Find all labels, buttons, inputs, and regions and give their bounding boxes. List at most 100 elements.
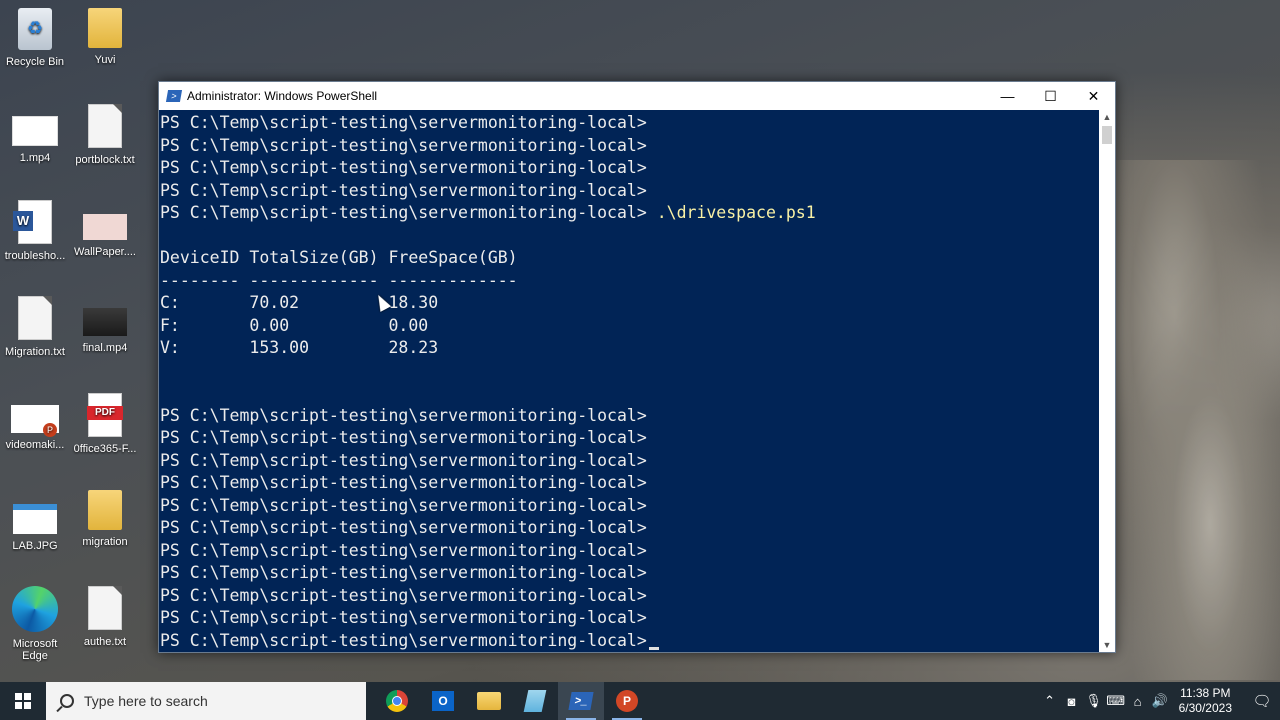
desktop-icon-label: authe.txt (83, 636, 127, 648)
doc-icon (18, 296, 52, 340)
prompt-line: PS C:\Temp\script-testing\servermonitori… (160, 540, 647, 560)
window-titlebar[interactable]: > Administrator: Windows PowerShell — ☐ … (159, 82, 1115, 110)
input-method-icon[interactable]: ⌨ (1105, 693, 1127, 709)
clock-date: 6/30/2023 (1178, 701, 1232, 715)
prompt-line: PS C:\Temp\script-testing\servermonitori… (160, 158, 647, 177)
volume-icon[interactable]: 🔊 (1149, 693, 1171, 709)
table-row: F: 0.00 0.00 (160, 315, 429, 335)
clock[interactable]: 11:38 PM 6/30/2023 (1179, 686, 1232, 716)
table-row: V: 153.00 28.23 (160, 338, 439, 357)
table-row: C: 70.02 18.30 (160, 293, 439, 312)
desktop-icon-label: Yuvi (94, 54, 116, 66)
clock-time: 11:38 PM (1180, 686, 1231, 700)
taskbar-sticky-notes[interactable] (512, 682, 558, 720)
desktop-icon-label: 0ffice365-F... (73, 443, 137, 455)
prompt-line: PS C:\Temp\script-testing\servermonitori… (160, 450, 647, 470)
desktop-icon[interactable]: portblock.txt (70, 104, 140, 166)
search-icon (60, 694, 74, 708)
desktop-icon-label: LAB.JPG (12, 540, 58, 552)
text-cursor (648, 646, 659, 650)
taskbar-file-explorer[interactable] (466, 682, 512, 720)
desktop-icon[interactable]: Migration.txt (0, 296, 70, 358)
lab-icon (13, 504, 57, 534)
desktop-icon-label: Recycle Bin (5, 56, 65, 68)
desktop-icon-label: final.mp4 (82, 342, 128, 354)
edge-icon (12, 586, 58, 632)
desktop-icon[interactable]: 1.mp4 (0, 104, 70, 164)
command-text: .\drivespace.ps1 (656, 203, 816, 222)
taskbar-search-box[interactable]: Type here to search (46, 682, 366, 720)
powershell-icon: >_ (568, 692, 594, 710)
powershell-icon: > (165, 90, 183, 102)
desktop-icon-label: Microsoft Edge (12, 638, 58, 662)
network-icon[interactable]: ⌂ (1127, 694, 1149, 709)
desktop-icon[interactable]: Microsoft Edge (0, 586, 70, 662)
scroll-up-icon[interactable]: ▲ (1099, 110, 1115, 124)
prompt-line: PS C:\Temp\script-testing\servermonitori… (160, 563, 647, 582)
doc-icon (88, 586, 122, 630)
doc-icon (88, 104, 122, 148)
scroll-down-icon[interactable]: ▼ (1099, 638, 1115, 652)
outlook-icon: O (432, 691, 454, 711)
file-explorer-icon (477, 692, 501, 710)
windows-logo-icon (15, 693, 31, 709)
powerpoint-icon: P (616, 690, 638, 712)
desktop-icon[interactable]: Yuvi (70, 8, 140, 66)
scroll-thumb[interactable] (1102, 126, 1112, 144)
ppt-icon (11, 405, 59, 437)
prompt-line: PS C:\Temp\script-testing\servermonitori… (160, 495, 647, 515)
desktop-icon[interactable]: troublesho... (0, 200, 70, 262)
chrome-icon (386, 690, 408, 712)
maximize-button[interactable]: ☐ (1029, 82, 1072, 110)
prompt-line: PS C:\Temp\script-testing\servermonitori… (160, 585, 647, 605)
table-rule: -------- ------------- ------------- (160, 270, 518, 290)
desktop-icon-label: portblock.txt (75, 154, 135, 166)
taskbar-powershell[interactable]: >_ (558, 682, 604, 720)
prompt-line: PS C:\Temp\script-testing\servermonitori… (160, 135, 647, 155)
word-icon (13, 200, 52, 244)
taskbar-outlook[interactable]: O (420, 682, 466, 720)
desktop-icon-label: videomaki... (5, 439, 65, 451)
desktop-icon[interactable]: WallPaper.... (70, 200, 140, 258)
desktop-icon[interactable]: 0ffice365-F... (70, 393, 140, 455)
desktop-icon[interactable]: authe.txt (70, 586, 140, 648)
pdf-icon (87, 393, 123, 437)
wallpaper-sculpture (1105, 160, 1280, 680)
notification-icon[interactable]: 🗨 (1244, 692, 1280, 710)
desktop-icon[interactable]: migration (70, 490, 140, 548)
command-line: PS C:\Temp\script-testing\servermonitori… (160, 203, 816, 222)
desktop-icon-label: troublesho... (4, 250, 66, 262)
prompt-line: PS C:\Temp\script-testing\servermonitori… (160, 473, 647, 492)
prompt-line: PS C:\Temp\script-testing\servermonitori… (160, 518, 647, 537)
vertical-scrollbar[interactable]: ▲ ▼ (1099, 110, 1115, 652)
prompt-line: PS C:\Temp\script-testing\servermonitori… (160, 428, 647, 447)
window-title: Administrator: Windows PowerShell (187, 89, 378, 103)
powershell-window[interactable]: > Administrator: Windows PowerShell — ☐ … (158, 81, 1116, 653)
desktop-icon[interactable]: videomaki... (0, 393, 70, 451)
desktop-icon-label: 1.mp4 (19, 152, 51, 164)
desktop-icon[interactable]: final.mp4 (70, 296, 140, 354)
taskbar-powerpoint[interactable]: P (604, 682, 650, 720)
prompt-line: PS C:\Temp\script-testing\servermonitori… (160, 405, 647, 425)
minimize-button[interactable]: — (986, 82, 1029, 110)
chevron-up-icon[interactable]: ⌃ (1039, 693, 1061, 709)
prompt-line: PS C:\Temp\script-testing\servermonitori… (160, 180, 647, 200)
console-output[interactable]: PS C:\Temp\script-testing\servermonitori… (159, 110, 1099, 652)
close-button[interactable]: ✕ (1072, 82, 1115, 110)
prompt-line: PS C:\Temp\script-testing\servermonitori… (160, 608, 647, 627)
taskbar-chrome[interactable] (374, 682, 420, 720)
start-button[interactable] (0, 682, 46, 720)
video-icon (83, 308, 127, 336)
microphone-icon[interactable]: 🎙 (1083, 693, 1105, 709)
prompt-line: PS C:\Temp\script-testing\servermonitori… (159, 630, 1099, 653)
taskbar: Type here to search O >_ P ⌃ ◙ 🎙 ⌨ ⌂ 🔊 1… (0, 682, 1280, 720)
thumb-icon (12, 116, 58, 146)
desktop-icon[interactable]: LAB.JPG (0, 490, 70, 552)
pink-icon (83, 214, 127, 240)
desktop-icon-label: Migration.txt (5, 346, 65, 358)
camera-icon[interactable]: ◙ (1061, 694, 1083, 709)
desktop-icon[interactable]: Recycle Bin (0, 8, 70, 68)
